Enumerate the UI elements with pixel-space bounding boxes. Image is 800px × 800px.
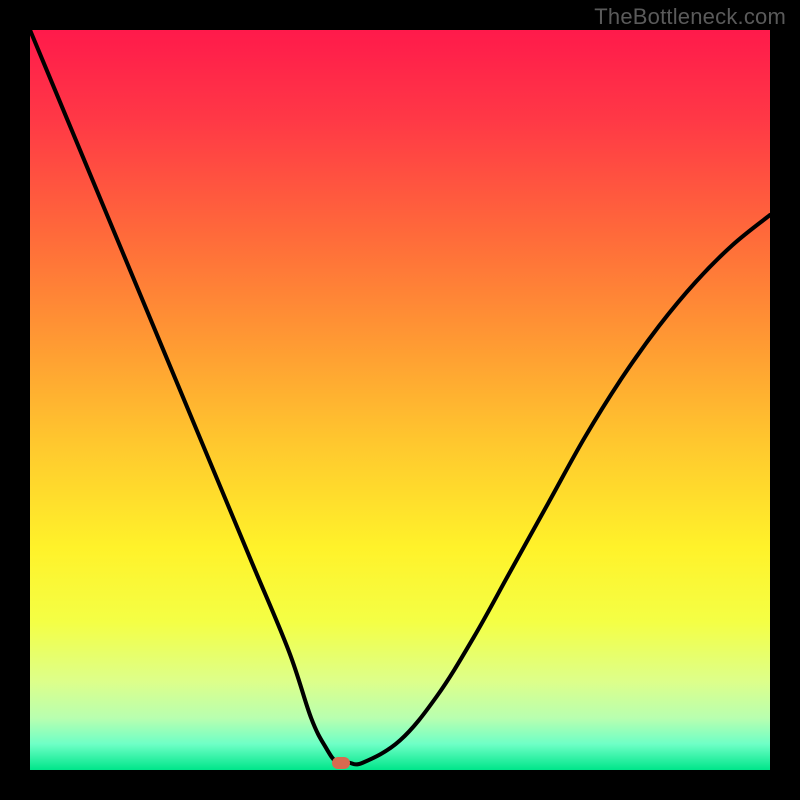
plot-area [30,30,770,770]
chart-frame: TheBottleneck.com [0,0,800,800]
optimal-point-marker [332,757,350,769]
watermark-text: TheBottleneck.com [594,4,786,30]
bottleneck-curve [30,30,770,770]
